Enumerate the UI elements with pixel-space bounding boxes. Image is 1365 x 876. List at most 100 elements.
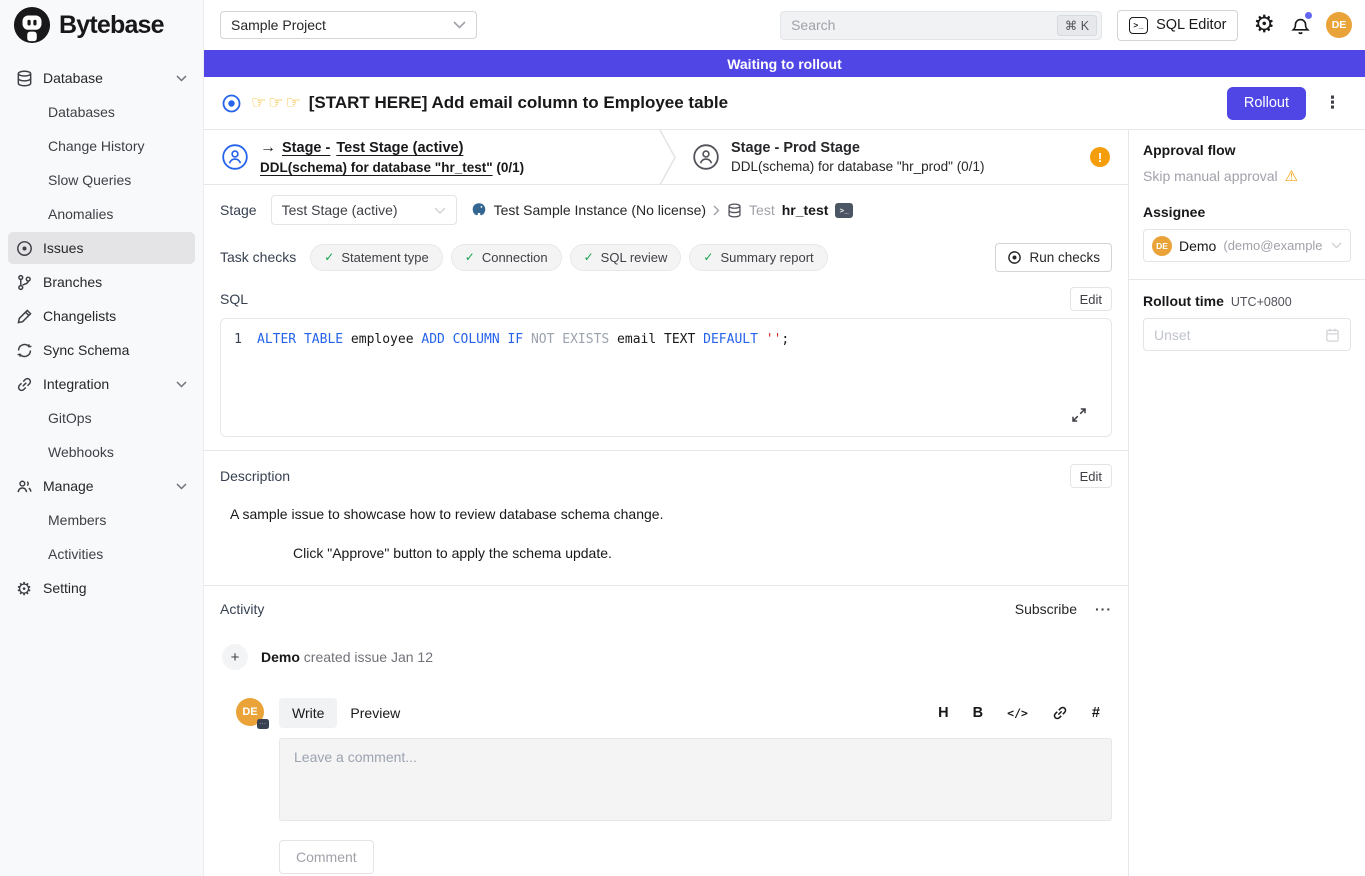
sql-section: SQL Edit 1 ALTER TABLE employee ADD COLU… [204, 279, 1128, 437]
current-stage-arrow-icon: → [260, 139, 276, 157]
branch-icon [16, 274, 33, 291]
plus-icon: + [222, 644, 248, 670]
postgres-icon [471, 202, 487, 218]
stage-card-test[interactable]: → Stage - Test Stage (active) DDL(schema… [204, 130, 659, 184]
project-selector-value: Sample Project [231, 17, 445, 33]
check-pill-summary-report[interactable]: ✓Summary report [689, 244, 827, 271]
gear-icon: ⚙ [16, 580, 33, 597]
chevron-down-icon [176, 483, 187, 490]
check-pill-statement-type[interactable]: ✓Statement type [310, 244, 443, 271]
code-format-icon[interactable]: </> [1007, 706, 1028, 720]
assignee-avatar: DE [1152, 236, 1172, 256]
description-edit-button[interactable]: Edit [1070, 464, 1112, 488]
issue-status-icon [222, 94, 241, 113]
topbar: Sample Project ⌘ K >_ SQL Editor ⚙ DE [204, 0, 1365, 50]
open-sql-editor-icon[interactable]: >_ [835, 203, 853, 218]
sidebar-item-slow-queries[interactable]: Slow Queries [8, 164, 195, 196]
sidebar-item-databases[interactable]: Databases [8, 96, 195, 128]
comment-editor: DE ··· Write Preview H B </> # Comment [220, 698, 1112, 874]
user-avatar[interactable]: DE [1326, 12, 1352, 38]
speech-bubble-icon: ··· [257, 719, 269, 729]
expand-icon[interactable] [1071, 407, 1087, 423]
activity-more-button[interactable]: ··· [1095, 601, 1112, 617]
sql-editor-button[interactable]: >_ SQL Editor [1117, 10, 1238, 41]
heading-format-icon[interactable]: H [938, 705, 948, 721]
sidebar-item-activities[interactable]: Activities [8, 538, 195, 570]
stage-card-prod[interactable]: Stage - Prod Stage DDL(schema) for datab… [677, 130, 1128, 184]
sidebar-item-manage[interactable]: Manage [8, 470, 195, 502]
database-link[interactable]: hr_test [782, 202, 829, 218]
issue-header: ☞☞☞[START HERE] Add email column to Empl… [204, 77, 1365, 130]
subscribe-button[interactable]: Subscribe [1015, 601, 1077, 617]
terminal-icon: >_ [1129, 17, 1148, 34]
changelist-icon [16, 308, 33, 325]
sidebar-item-changelists[interactable]: Changelists [8, 300, 195, 332]
status-banner: Waiting to rollout [204, 50, 1365, 77]
sidebar-item-members[interactable]: Members [8, 504, 195, 536]
brand-logo[interactable]: Bytebase [0, 0, 203, 50]
description-heading: Description [220, 468, 290, 484]
activity-author: Demo [261, 649, 300, 665]
notifications-bell-button[interactable] [1290, 14, 1311, 36]
rollout-time-section: Rollout time UTC+0800 Unset [1129, 279, 1365, 351]
stage-person-icon-active [222, 144, 248, 170]
description-line-2: Click "Approve" button to apply the sche… [293, 545, 1112, 561]
main-content: → Stage - Test Stage (active) DDL(schema… [204, 130, 1128, 876]
comment-submit-button[interactable]: Comment [279, 840, 374, 874]
sidebar: Bytebase Database Databases Change Histo… [0, 0, 204, 876]
check-pill-connection[interactable]: ✓Connection [451, 244, 562, 271]
assignee-select[interactable]: DE Demo (demo@example [1143, 229, 1351, 262]
sql-heading: SQL [220, 291, 248, 307]
chevron-right-icon [713, 205, 720, 216]
sql-edit-button[interactable]: Edit [1070, 287, 1112, 311]
sidebar-item-gitops[interactable]: GitOps [8, 402, 195, 434]
rollout-time-heading: Rollout time [1143, 293, 1224, 309]
notification-dot [1305, 12, 1312, 19]
check-pill-sql-review[interactable]: ✓SQL review [570, 244, 682, 271]
activity-entry: + Demo created issue Jan 12 [220, 644, 1112, 670]
activity-heading: Activity [220, 601, 264, 617]
sidebar-item-change-history[interactable]: Change History [8, 130, 195, 162]
search-input[interactable] [780, 11, 1102, 40]
stages-row: → Stage - Test Stage (active) DDL(schema… [204, 130, 1128, 185]
sidebar-item-anomalies[interactable]: Anomalies [8, 198, 195, 230]
task-checks-row: Task checks ✓Statement type ✓Connection … [204, 235, 1128, 279]
description-line-1: A sample issue to showcase how to review… [230, 506, 1112, 522]
calendar-icon [1325, 327, 1340, 343]
issue-icon [16, 240, 33, 257]
sidebar-item-integration[interactable]: Integration [8, 368, 195, 400]
link-format-icon[interactable] [1052, 705, 1068, 721]
run-checks-button[interactable]: Run checks [995, 243, 1112, 272]
run-checks-icon [1007, 250, 1022, 265]
bold-format-icon[interactable]: B [973, 705, 983, 721]
settings-gear-button[interactable]: ⚙ [1253, 13, 1275, 37]
issue-title: ☞☞☞[START HERE] Add email column to Empl… [251, 93, 728, 113]
stage-select[interactable]: Test Stage (active) [271, 195, 457, 225]
comment-input[interactable] [279, 738, 1112, 821]
tab-preview[interactable]: Preview [337, 698, 413, 728]
stage-selector-bar: Stage Test Stage (active) Test Sample In… [204, 185, 1128, 235]
pointing-hand-emoji: ☞☞☞ [251, 93, 303, 112]
kebab-menu-button[interactable]: ⋮ [1316, 93, 1349, 113]
chevron-down-icon [176, 75, 187, 82]
rollout-time-picker[interactable]: Unset [1143, 318, 1351, 351]
sidebar-item-branches[interactable]: Branches [8, 266, 195, 298]
stage-warning-badge: ! [1090, 147, 1110, 167]
check-icon: ✓ [324, 250, 334, 264]
tab-write[interactable]: Write [279, 698, 337, 728]
database-icon [727, 203, 742, 218]
project-selector[interactable]: Sample Project [220, 11, 477, 39]
hash-format-icon[interactable]: # [1092, 705, 1100, 721]
database-icon [16, 70, 33, 87]
instance-link[interactable]: Test Sample Instance (No license) [494, 202, 706, 218]
sidebar-item-issues[interactable]: Issues [8, 232, 195, 264]
stage-separator-chevron [659, 130, 677, 185]
search-shortcut-badge: ⌘ K [1057, 15, 1097, 36]
rollout-button[interactable]: Rollout [1227, 87, 1306, 120]
sidebar-item-setting[interactable]: ⚙ Setting [8, 572, 195, 604]
assignee-name: Demo [1179, 238, 1216, 254]
environment-label: Test [749, 202, 775, 218]
sidebar-item-database[interactable]: Database [8, 62, 195, 94]
sidebar-item-webhooks[interactable]: Webhooks [8, 436, 195, 468]
sidebar-item-sync-schema[interactable]: Sync Schema [8, 334, 195, 366]
